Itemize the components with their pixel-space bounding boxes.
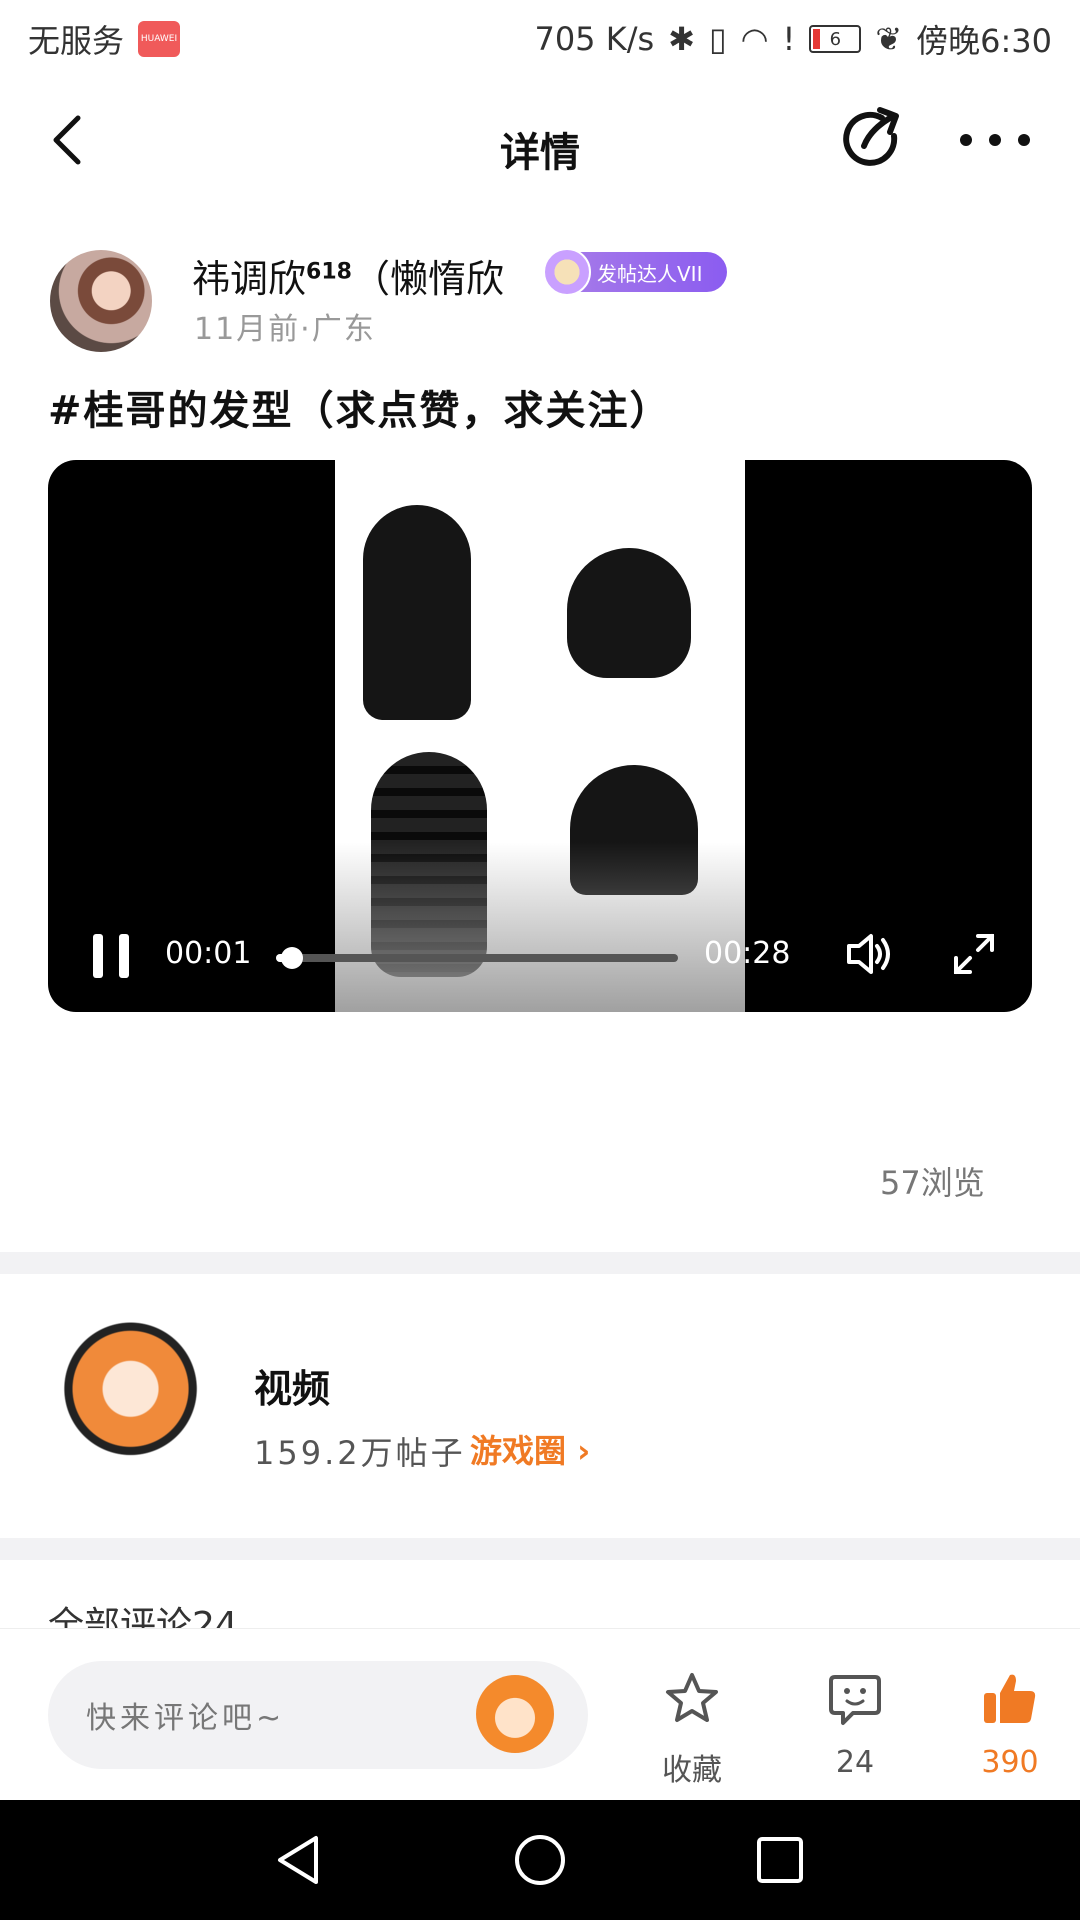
post-title: #桂哥的发型（求点赞，求关注） bbox=[48, 388, 672, 434]
post-meta: 11月前·广东 bbox=[194, 312, 376, 347]
pause-icon[interactable] bbox=[93, 934, 129, 978]
status-bar: 无服务 HUAWEI 705 K/s ✱ ▯ ◠ ! 6 ❦ 傍晚6:30 bbox=[0, 0, 1080, 78]
circle-post-count: 159.2万帖子 bbox=[254, 1434, 466, 1472]
comment-icon bbox=[829, 1675, 881, 1725]
battery-icon: 6 bbox=[809, 25, 862, 53]
share-icon[interactable] bbox=[840, 106, 908, 174]
comments-header-text: 全部评论24 bbox=[48, 1606, 238, 1628]
header: 详情 bbox=[0, 88, 1080, 198]
author-name-text: 祎调欣 bbox=[192, 257, 307, 301]
system-nav-bar bbox=[0, 1800, 1080, 1920]
author-name-suffix: 618 bbox=[306, 259, 352, 285]
comment-count: 24 bbox=[835, 1745, 875, 1780]
long-hair-image bbox=[363, 505, 471, 720]
view-count: 57浏览 bbox=[880, 1164, 985, 1202]
progress-handle[interactable] bbox=[281, 947, 304, 969]
duration: 00:28 bbox=[704, 936, 791, 971]
alert-icon: ! bbox=[782, 20, 796, 58]
nav-home-icon[interactable] bbox=[510, 1830, 570, 1890]
vibrate-icon: ▯ bbox=[708, 20, 727, 58]
thumbs-up-icon bbox=[984, 1674, 1036, 1723]
circle-avatar[interactable] bbox=[48, 1320, 220, 1492]
leaf-icon: ❦ bbox=[875, 20, 903, 58]
badge-icon bbox=[543, 248, 591, 296]
huawei-app-icon: HUAWEI bbox=[138, 21, 181, 57]
progress-bar[interactable] bbox=[276, 947, 678, 969]
favorite-label: 收藏 bbox=[662, 1753, 722, 1788]
video-player[interactable]: 00:01 00:28 bbox=[48, 460, 1032, 1012]
bottom-action-bar: 快来评论吧~ 收藏 24 390 bbox=[0, 1628, 1080, 1801]
comments-header-peek: 全部评论24 bbox=[48, 1606, 1032, 1628]
wifi-icon: ◠ bbox=[740, 20, 769, 58]
current-time: 00:01 bbox=[165, 936, 252, 971]
bluetooth-icon: ✱ bbox=[668, 20, 695, 58]
more-options-icon[interactable] bbox=[960, 118, 1030, 162]
favorite-button[interactable]: 收藏 bbox=[632, 1669, 752, 1789]
short-fringe-hair-image bbox=[567, 548, 691, 678]
clock: 傍晚6:30 bbox=[916, 22, 1052, 60]
author-name-tail: （懒惰欣 bbox=[351, 257, 504, 301]
author-name[interactable]: 祎调欣618（懒惰欣 bbox=[192, 248, 504, 303]
author-badge: 发帖达人VII bbox=[543, 248, 727, 296]
video-controls: 00:01 00:28 bbox=[48, 902, 1032, 1012]
page-title: 详情 bbox=[500, 130, 580, 176]
nav-recents-icon[interactable] bbox=[750, 1830, 810, 1890]
battery-level: 6 bbox=[829, 28, 842, 50]
mascot-emoji-icon[interactable] bbox=[476, 1675, 554, 1753]
nav-back-icon[interactable] bbox=[270, 1830, 330, 1890]
network-speed: 705 K/s bbox=[534, 20, 655, 58]
like-button[interactable]: 390 bbox=[950, 1669, 1070, 1780]
game-circle-link[interactable]: 游戏圈 › bbox=[470, 1426, 590, 1472]
section-divider bbox=[0, 1538, 1080, 1560]
like-count: 390 bbox=[981, 1745, 1039, 1780]
comment-placeholder: 快来评论吧~ bbox=[86, 1701, 286, 1736]
author-avatar[interactable] bbox=[50, 250, 152, 352]
star-icon bbox=[666, 1673, 718, 1722]
comment-button[interactable]: 24 bbox=[795, 1669, 915, 1780]
section-divider bbox=[0, 1252, 1080, 1274]
carrier-text: 无服务 bbox=[28, 22, 125, 60]
volume-icon[interactable] bbox=[843, 928, 895, 980]
badge-label: 发帖达人VII bbox=[597, 261, 703, 286]
circle-name[interactable]: 视频 bbox=[254, 1358, 330, 1413]
fullscreen-icon[interactable] bbox=[948, 928, 1000, 980]
